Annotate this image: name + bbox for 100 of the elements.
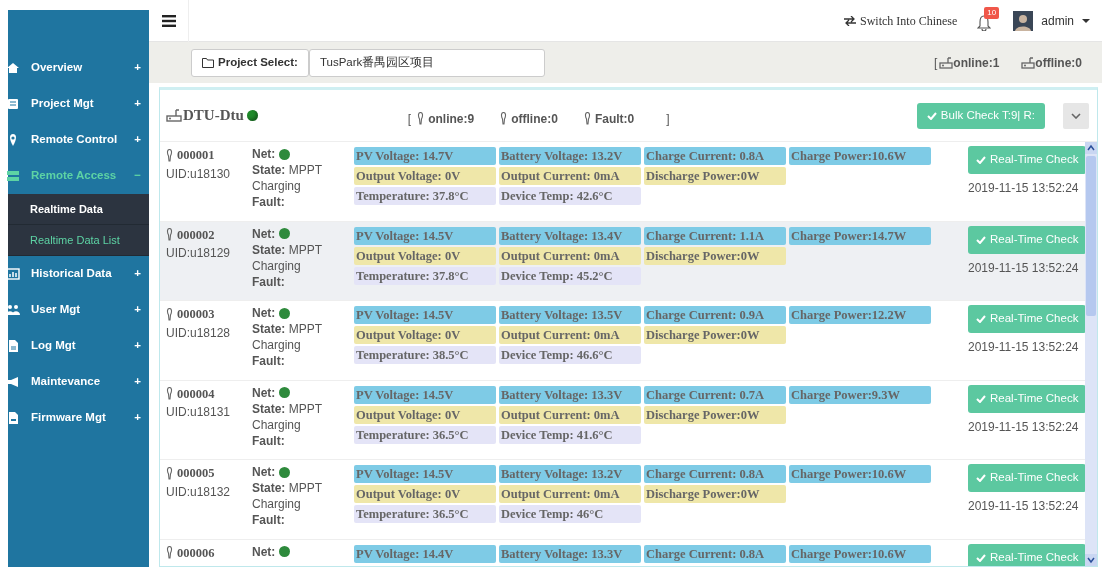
reading-label: Device Temp: 46°C: [499, 505, 641, 523]
bell-icon[interactable]: [977, 14, 992, 31]
sidebar-item[interactable]: Remote Access −: [8, 158, 149, 194]
reading-label: Discharge Power:0W: [644, 167, 786, 185]
net-label: Net:: [252, 225, 276, 242]
sidebar-item[interactable]: Overview +: [8, 50, 149, 86]
language-link[interactable]: Switch Into Chinese: [860, 11, 958, 30]
sidebar-item[interactable]: Maintevance +: [8, 364, 149, 400]
reading-label: Output Current: 0mA: [499, 326, 641, 344]
panel-title: DTU-Dtu: [183, 106, 244, 126]
reading-label: Temperature: 36.5°C: [354, 505, 496, 523]
timestamp: 2019-11-15 13:52:24: [968, 498, 1080, 515]
reading-label: Output Current: 0mA: [499, 167, 641, 185]
project-field[interactable]: TusPark番禺园区项目: [308, 48, 545, 77]
router-icon: [166, 109, 182, 122]
megaphone-icon: [6, 375, 20, 389]
reading-label: PV Voltage: 14.7V: [354, 147, 496, 165]
fault-label: Fault:: [252, 432, 286, 449]
reading-label: Device Temp: 41.6°C: [499, 425, 641, 444]
pin-icon: [166, 466, 173, 480]
scroll-down-icon[interactable]: [1085, 554, 1097, 566]
reading-label: Battery Voltage: 13.5V: [499, 306, 641, 324]
sidebar-item[interactable]: Historical Data +: [8, 256, 149, 292]
sidebar-item[interactable]: Remote Control +: [8, 122, 149, 158]
pin-icon: [166, 307, 173, 321]
pin-icon: [166, 387, 173, 401]
home-icon: [6, 61, 20, 75]
reading-label: Battery Voltage: 13.3V: [499, 544, 641, 563]
net-label: Net:: [252, 464, 276, 480]
check-icon: [976, 553, 986, 562]
submenu-item[interactable]: Realtime Data List: [8, 225, 149, 256]
reading-label: Battery Voltage: 13.4V: [499, 226, 641, 245]
sidebar-item[interactable]: User Mgt +: [8, 292, 149, 328]
reading-label: Charge Power:10.6W: [789, 147, 931, 165]
pin-icon: [166, 148, 173, 162]
reading-label: Output Voltage: 0V: [354, 167, 496, 185]
fault-label: Fault:: [252, 273, 286, 290]
fault-label: Fault:: [252, 512, 286, 528]
reading-label: Temperature: 37.8°C: [354, 187, 496, 205]
device-uid: UID:u18131: [166, 404, 232, 422]
fault-label: Fault:: [252, 194, 286, 210]
server-icon: [6, 169, 20, 183]
reading-label: PV Voltage: 14.5V: [354, 226, 496, 245]
project-select-button[interactable]: Project Select:: [191, 48, 309, 77]
timestamp: 2019-11-15 13:52:24: [968, 418, 1080, 436]
device-state: State: MPPT Charging: [252, 480, 323, 512]
check-icon: [976, 315, 986, 323]
device-state: State: MPPT Charging: [252, 400, 323, 433]
reading-label: Output Current: 0mA: [499, 246, 641, 265]
scroll-thumb[interactable]: [1086, 156, 1096, 316]
reading-label: Charge Current: 0.8A: [644, 544, 786, 563]
reading-label: Charge Current: 0.9A: [644, 306, 786, 324]
device-uid: UID:u18129: [166, 245, 232, 263]
net-label: Net:: [252, 146, 276, 162]
reading-label: Charge Power:12.2W: [789, 306, 931, 324]
reading-label: PV Voltage: 14.5V: [354, 306, 496, 324]
device-state: State: MPPT Charging: [252, 162, 323, 194]
timestamp: 2019-11-15 13:52:24: [968, 259, 1080, 277]
device-id: 000006: [177, 544, 215, 562]
notification-count: 10: [984, 6, 1000, 19]
folder-icon: [202, 57, 214, 68]
menu-icon[interactable]: [161, 14, 176, 27]
device-id: 000004: [177, 385, 215, 403]
device-state: State: MPPT Charging: [252, 321, 323, 353]
device-id: 000005: [177, 465, 215, 482]
bracket-text: ]: [666, 110, 670, 128]
offline-count: offline:0: [511, 110, 558, 128]
reading-label: Charge Power:9.3W: [789, 385, 931, 404]
online-count: online:1: [953, 54, 1000, 72]
net-label: Net:: [252, 305, 276, 321]
offline-count: offline:0: [1035, 54, 1082, 72]
chevron-icon: [1071, 112, 1081, 119]
avatar-silhouette: [1013, 10, 1034, 31]
router-icon: [1021, 56, 1036, 69]
check-icon: [976, 156, 986, 164]
collapse-button[interactable]: [1063, 102, 1089, 129]
check-icon: [976, 235, 986, 244]
sidebar-item[interactable]: Firmware Mgt +: [8, 400, 149, 436]
reading-label: Device Temp: 46.6°C: [499, 346, 641, 364]
caret-icon: [1082, 18, 1090, 23]
reading-label: Discharge Power:0W: [644, 326, 786, 344]
router-icon: [939, 56, 954, 69]
users-icon: [6, 303, 20, 317]
user-menu[interactable]: admin: [1041, 11, 1074, 30]
scrollbar[interactable]: [1085, 142, 1097, 566]
submenu-item[interactable]: Realtime Data: [8, 194, 149, 225]
reading-label: Output Voltage: 0V: [354, 405, 496, 424]
bracket-text: [: [407, 110, 412, 128]
fault-label: Fault:: [252, 353, 286, 369]
reading-label: Battery Voltage: 13.3V: [499, 385, 641, 404]
device-uid: UID:u18132: [166, 483, 232, 501]
sidebar-item[interactable]: Log Mgt +: [8, 328, 149, 364]
check-icon: [976, 394, 986, 403]
reading-label: Battery Voltage: 13.2V: [499, 147, 641, 165]
scroll-up-icon[interactable]: [1085, 142, 1097, 154]
timestamp: 2019-11-15 13:52:24: [968, 339, 1080, 356]
online-count: online:9: [428, 110, 475, 128]
sidebar-item[interactable]: Project Mgt +: [8, 86, 149, 122]
reading-label: Charge Power:14.7W: [789, 226, 931, 245]
bracket-text: [: [933, 54, 938, 72]
